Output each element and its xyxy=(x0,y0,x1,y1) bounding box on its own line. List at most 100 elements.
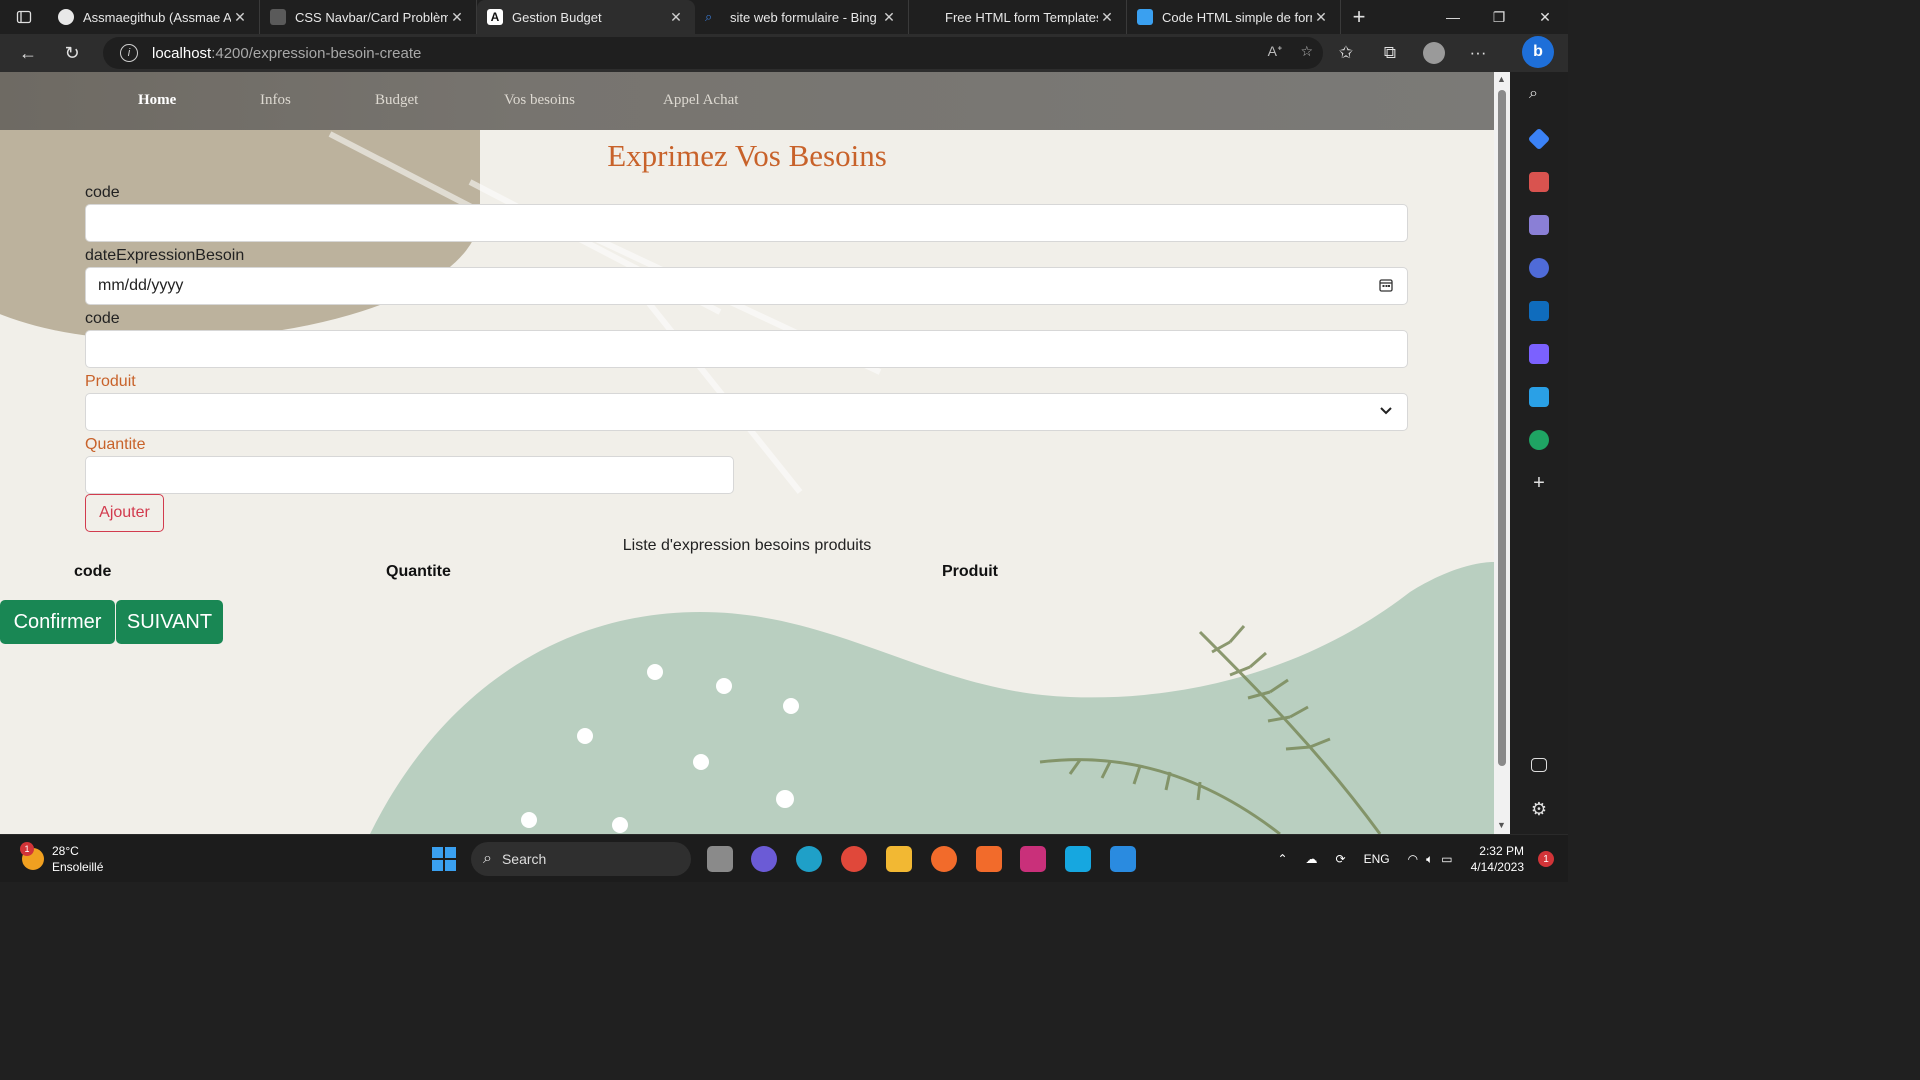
vscode-icon[interactable] xyxy=(1110,846,1136,872)
scroll-up-icon[interactable]: ▲ xyxy=(1497,74,1506,84)
weather-badge: 1 xyxy=(20,842,34,856)
close-tab-icon[interactable]: ✕ xyxy=(880,9,898,26)
nav-infos[interactable]: Infos xyxy=(260,92,291,109)
add-favorite-icon[interactable]: ☆ xyxy=(1300,43,1313,60)
outlook-icon[interactable] xyxy=(1529,301,1549,321)
browser-toolbar: ✩ ⧉ ··· xyxy=(1335,34,1489,72)
intellij-icon[interactable] xyxy=(1020,846,1046,872)
telegram-icon[interactable] xyxy=(1529,387,1549,407)
new-tab-button[interactable]: + xyxy=(1341,0,1377,34)
column-header-code: code xyxy=(74,563,112,580)
settings-icon[interactable]: ⚙ xyxy=(1529,799,1549,819)
xampp-icon[interactable] xyxy=(976,846,1002,872)
suivant-button[interactable]: SUIVANT xyxy=(116,600,223,644)
weather-condition: Ensoleillé xyxy=(52,860,104,874)
wifi-icon[interactable]: ◠ xyxy=(1408,852,1418,866)
minimize-icon[interactable]: — xyxy=(1430,0,1476,34)
browser-tab[interactable]: ⌕ site web formulaire - Bing in ✕ xyxy=(695,0,909,34)
nav-home[interactable]: Home xyxy=(138,92,176,109)
nav-appel-achat[interactable]: Appel Achat xyxy=(663,92,738,109)
scroll-down-icon[interactable]: ▼ xyxy=(1497,820,1506,830)
teams-chat-icon[interactable] xyxy=(751,846,777,872)
browser-tab-active[interactable]: A Gestion Budget ✕ xyxy=(477,0,695,34)
site-info-icon[interactable]: i xyxy=(120,44,138,62)
bing-copilot-button[interactable]: b xyxy=(1522,36,1554,68)
battery-icon[interactable]: ▭ xyxy=(1441,852,1452,866)
chevron-down-icon xyxy=(1379,403,1393,420)
close-tab-icon[interactable]: ✕ xyxy=(1098,9,1116,26)
file-explorer-icon[interactable] xyxy=(886,846,912,872)
code2-label: code xyxy=(85,310,120,327)
url-input[interactable]: i localhost:4200/expression-besoin-creat… xyxy=(103,37,1323,69)
browser-tab[interactable]: Code HTML simple de form ✕ xyxy=(1127,0,1341,34)
nav-vos-besoins[interactable]: Vos besoins xyxy=(504,92,575,109)
code-input[interactable] xyxy=(85,204,1408,242)
notification-badge[interactable]: 1 xyxy=(1538,851,1554,867)
date-input[interactable]: mm/dd/yyyy xyxy=(85,267,1408,305)
windows-taskbar: 1 28°C Ensoleillé ⌕ Search ⌃ ☁ ⟳ ENG ◠ 🔈… xyxy=(0,834,1568,882)
system-tray: ⌃ ☁ ⟳ ENG ◠ 🔈︎ ▭ 2:32 PM 4/14/2023 xyxy=(1277,835,1568,883)
webstorm-icon[interactable] xyxy=(1065,846,1091,872)
confirmer-button[interactable]: Confirmer xyxy=(0,600,115,644)
date-label: dateExpressionBesoin xyxy=(85,247,245,264)
nav-budget[interactable]: Budget xyxy=(375,92,418,109)
site-navbar: Home Infos Budget Vos besoins Appel Acha… xyxy=(0,72,1494,130)
cloud-icon[interactable]: ☁ xyxy=(1306,852,1318,866)
collections-icon[interactable]: ⧉ xyxy=(1379,43,1401,63)
scrollbar-thumb[interactable] xyxy=(1498,90,1506,766)
code-label: code xyxy=(85,184,120,201)
search-icon[interactable]: ⌕ xyxy=(1529,85,1549,105)
sidebar-toggle-icon[interactable] xyxy=(1531,758,1547,772)
language-indicator[interactable]: ENG xyxy=(1364,852,1390,866)
designer-icon[interactable] xyxy=(1529,344,1549,364)
task-view-icon[interactable] xyxy=(707,846,733,872)
read-aloud-icon[interactable]: Aᐩ xyxy=(1268,43,1283,60)
refresh-icon[interactable]: ↻ xyxy=(50,34,94,72)
weather-widget[interactable]: 1 28°C Ensoleillé xyxy=(20,842,104,875)
taskbar-search[interactable]: ⌕ Search xyxy=(471,842,691,876)
sync-icon[interactable]: ⟳ xyxy=(1336,852,1346,866)
chrome-icon[interactable] xyxy=(841,846,867,872)
browser-tab[interactable]: Assmaegithub (Assmae Alic ✕ xyxy=(48,0,260,34)
close-tab-icon[interactable]: ✕ xyxy=(1312,9,1330,26)
github-icon xyxy=(58,9,74,25)
chevron-up-icon[interactable]: ⌃ xyxy=(1277,852,1287,866)
restore-icon[interactable]: ❐ xyxy=(1476,0,1522,34)
copilot-icon[interactable] xyxy=(1529,258,1549,278)
more-icon[interactable]: ··· xyxy=(1467,43,1489,63)
close-tab-icon[interactable]: ✕ xyxy=(667,9,685,26)
clock[interactable]: 2:32 PM 4/14/2023 xyxy=(1471,843,1524,875)
postman-icon[interactable] xyxy=(931,846,957,872)
code2-input[interactable] xyxy=(85,330,1408,368)
browser-tab[interactable]: Free HTML form Templates ✕ xyxy=(909,0,1127,34)
window-controls: — ❐ ✕ xyxy=(1430,0,1568,34)
add-icon[interactable]: + xyxy=(1529,473,1549,493)
column-header-quantite: Quantite xyxy=(386,563,451,580)
tree-icon[interactable] xyxy=(1529,430,1549,450)
edge-icon[interactable] xyxy=(796,846,822,872)
page-viewport: Home Infos Budget Vos besoins Appel Acha… xyxy=(0,72,1494,834)
produit-label: Produit xyxy=(85,373,136,390)
site-favicon-icon xyxy=(1137,9,1153,25)
weather-temp: 28°C xyxy=(52,844,79,858)
page-scrollbar[interactable]: ▲ ▼ xyxy=(1494,72,1510,834)
list-title: Liste d'expression besoins produits xyxy=(622,537,872,554)
volume-icon[interactable]: 🔈︎ xyxy=(1426,852,1433,867)
tools-icon[interactable] xyxy=(1529,172,1549,192)
profile-icon[interactable] xyxy=(1423,42,1445,64)
shopping-icon[interactable] xyxy=(1527,127,1551,151)
quantite-input[interactable] xyxy=(85,456,734,494)
games-icon[interactable] xyxy=(1529,215,1549,235)
close-tab-icon[interactable]: ✕ xyxy=(448,9,466,26)
back-icon[interactable]: ← xyxy=(6,34,50,72)
close-tab-icon[interactable]: ✕ xyxy=(231,9,249,26)
browser-tab[interactable]: CSS Navbar/Card Problème ✕ xyxy=(260,0,477,34)
favorites-icon[interactable]: ✩ xyxy=(1335,43,1357,63)
calendar-icon[interactable] xyxy=(1379,278,1393,295)
sun-icon: 1 xyxy=(20,842,44,870)
produit-select[interactable] xyxy=(85,393,1408,431)
ajouter-button[interactable]: Ajouter xyxy=(85,494,164,532)
start-button[interactable] xyxy=(432,847,456,871)
tab-actions-icon[interactable] xyxy=(0,0,48,34)
close-window-icon[interactable]: ✕ xyxy=(1522,0,1568,34)
